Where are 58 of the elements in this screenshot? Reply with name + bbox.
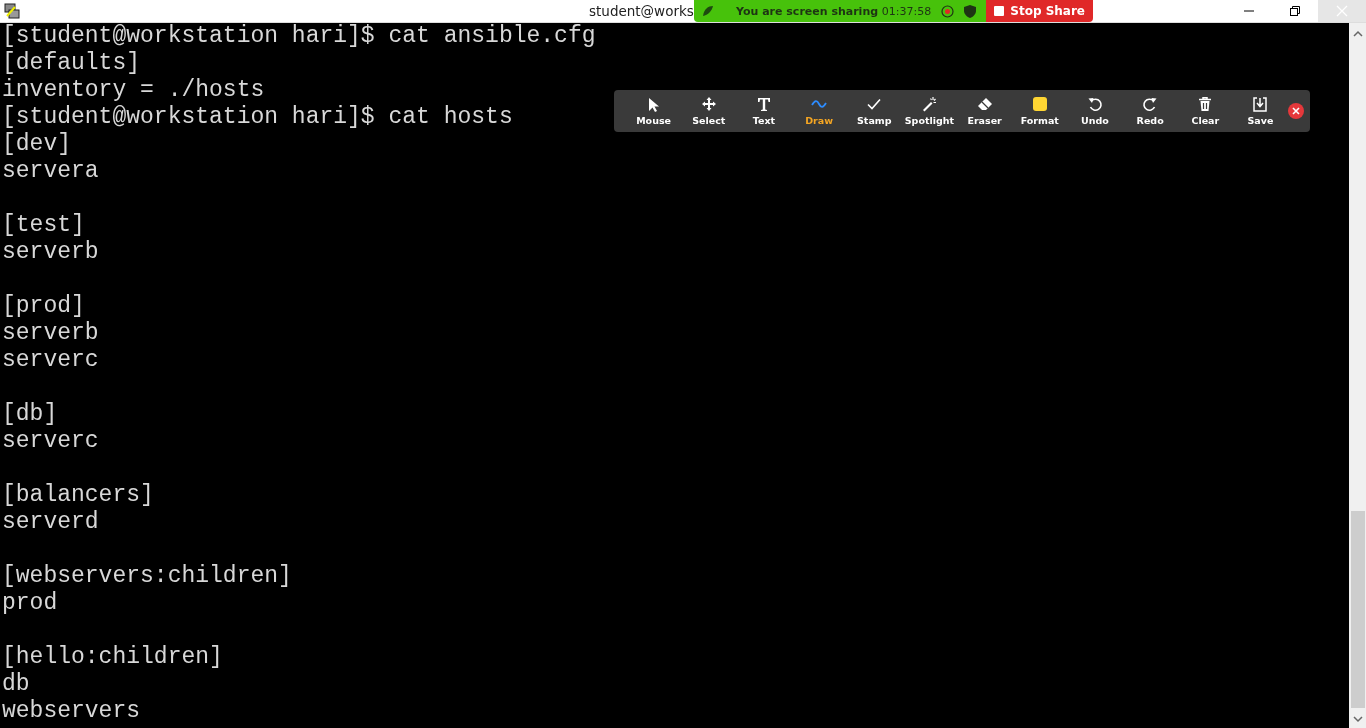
trash-icon [1197,96,1214,112]
terminal-line: [test] [2,212,85,239]
shield-icon [964,4,977,18]
format-tool-button[interactable]: Format [1012,94,1068,128]
terminal-line: [db] [2,401,58,428]
app-icon [3,2,21,20]
leaf-icon [702,5,714,17]
move-arrows-icon [700,96,717,112]
scroll-down-icon[interactable] [1352,714,1363,724]
mouse-tool-button[interactable]: Mouse [626,94,682,128]
terminal-line: [balancers] [2,482,154,509]
spotlight-tool-button[interactable]: Spotlight [901,94,958,128]
record-icon[interactable] [941,4,955,18]
terminal-line: inventory = ./hosts [2,77,265,104]
color-swatch-icon [1031,96,1048,112]
magic-wand-icon [921,96,938,112]
terminal-line: serverb [2,320,99,347]
eraser-tool-button[interactable]: Eraser [957,94,1013,128]
terminal-line: [defaults] [2,50,141,77]
window-title: student@works [589,3,694,19]
terminal-line: serverc [2,347,99,374]
terminal-line: serverb [2,239,99,266]
save-tool-button[interactable]: Save [1232,94,1289,128]
undo-icon [1086,96,1103,112]
close-icon [1336,5,1348,17]
undo-tool-button[interactable]: Undo [1067,94,1123,128]
sharing-timer: 01:37:58 [881,4,932,18]
stamp-tool-button[interactable]: Stamp [846,94,902,128]
scrollbar-thumb[interactable] [1350,511,1365,708]
text-tool-button[interactable]: Text [736,94,792,128]
clear-tool-button[interactable]: Clear [1177,94,1233,128]
eraser-icon [976,96,993,112]
sharing-message: You are screen sharing [736,4,879,18]
redo-tool-button[interactable]: Redo [1122,94,1178,128]
terminal-line: serverd [2,509,99,536]
terminal-line: [dev] [2,131,71,158]
stop-share-button[interactable]: Stop Share [986,0,1093,22]
download-tray-icon [1252,96,1269,112]
scroll-up-icon[interactable] [1352,29,1363,39]
terminal-line: [student@workstation hari]$ cat ansible.cfg [2,23,596,50]
terminal-line: prod [2,590,58,617]
terminal-line: [webservers:children] [2,563,292,590]
terminal-line: [student@workstation hari]$ cat hosts [2,104,513,131]
text-t-icon [755,96,772,112]
scrollbar[interactable] [1349,23,1366,728]
checkmark-icon [866,96,883,112]
terminal-line: servera [2,158,99,185]
terminal-line: db [2,671,30,698]
terminal-line: [prod] [2,293,85,320]
stop-square-icon [994,6,1005,16]
close-icon[interactable] [1288,103,1305,119]
terminal-line: [hello:children] [2,644,223,671]
redo-icon [1142,96,1159,112]
select-tool-button[interactable]: Select [681,94,737,128]
restore-icon [1290,6,1300,16]
terminal-line: serverc [2,428,99,455]
draw-tool-button[interactable]: Draw [791,94,847,128]
terminal-line: webservers [2,698,141,725]
